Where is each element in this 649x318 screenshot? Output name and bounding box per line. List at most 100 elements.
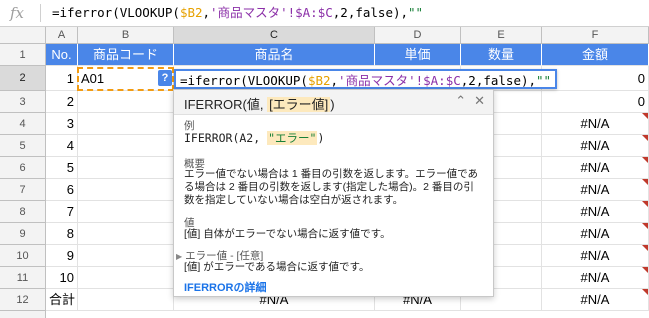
cell-f11[interactable]: #N/A bbox=[542, 267, 649, 289]
column-header-c[interactable]: C bbox=[174, 27, 375, 44]
popup-header: IFERROR(値, [エラー値]) ⌃ ✕ bbox=[174, 90, 493, 115]
cell-a8[interactable]: 7 bbox=[46, 201, 78, 223]
cell-f4[interactable]: #N/A bbox=[542, 113, 649, 135]
cell-f9[interactable]: #N/A bbox=[542, 223, 649, 245]
header-product-code[interactable]: 商品コード bbox=[78, 44, 174, 66]
cell-f5[interactable]: #N/A bbox=[542, 135, 649, 157]
cell-a2[interactable]: 1 bbox=[46, 66, 78, 91]
value-description: [値] 自体がエラーでない場合に返す値です。 bbox=[184, 228, 391, 240]
formula-input[interactable]: =iferror(VLOOKUP($B2,'商品マスタ'!$A:$C,2,fal… bbox=[52, 0, 423, 26]
cell-f6[interactable]: #N/A bbox=[542, 157, 649, 179]
expand-arrow-icon: ▶ bbox=[176, 252, 183, 261]
header-quantity[interactable]: 数量 bbox=[461, 44, 542, 66]
formula-range: '商品マスタ'!$A:$C bbox=[210, 5, 333, 20]
fx-icon: fx bbox=[10, 4, 25, 22]
cell-e10[interactable] bbox=[494, 245, 542, 267]
cell-f12[interactable]: #N/A bbox=[542, 289, 649, 311]
cell-a4[interactable]: 3 bbox=[46, 113, 78, 135]
cell-e4[interactable] bbox=[494, 113, 542, 135]
formula-help-button[interactable]: ? bbox=[158, 70, 172, 86]
row-header-1[interactable]: 1 bbox=[0, 44, 46, 66]
row-header-7[interactable]: 7 bbox=[0, 179, 46, 201]
cell-editor[interactable]: =iferror(VLOOKUP($B2,'商品マスタ'!$A:$C,2,fal… bbox=[174, 69, 558, 89]
cell-e9[interactable] bbox=[494, 223, 542, 245]
error-marker-icon bbox=[642, 113, 648, 119]
cell-a6[interactable]: 5 bbox=[46, 157, 78, 179]
column-header-a[interactable]: A bbox=[46, 27, 78, 44]
error-marker-icon bbox=[642, 245, 648, 251]
editor-rest: ,2,false), bbox=[460, 73, 537, 88]
row-header-13-partial[interactable] bbox=[0, 311, 46, 318]
cell-a7[interactable]: 6 bbox=[46, 179, 78, 201]
cell-b9[interactable] bbox=[78, 223, 174, 245]
cell-b5[interactable] bbox=[78, 135, 174, 157]
cell-b8[interactable] bbox=[78, 201, 174, 223]
row-header-12[interactable]: 12 bbox=[0, 289, 46, 311]
cell-f11-value: #N/A bbox=[580, 270, 610, 285]
cell-e5[interactable] bbox=[494, 135, 542, 157]
row-header-5[interactable]: 5 bbox=[0, 135, 46, 157]
cell-f8[interactable]: #N/A bbox=[542, 201, 649, 223]
row-header-2[interactable]: 2 bbox=[0, 66, 46, 91]
cell-a9[interactable]: 8 bbox=[46, 223, 78, 245]
cell-f12-value: #N/A bbox=[580, 292, 610, 307]
function-signature: IFERROR(値, [エラー値]) bbox=[184, 94, 335, 113]
formula-bar[interactable]: fx =iferror(VLOOKUP($B2,'商品マスタ'!$A:$C,2,… bbox=[0, 0, 649, 27]
row-header-4[interactable]: 4 bbox=[0, 113, 46, 135]
cell-f8-value: #N/A bbox=[580, 204, 610, 219]
example-close: ) bbox=[317, 131, 325, 145]
function-help-popup[interactable]: IFERROR(値, [エラー値]) ⌃ ✕ 例 IFERROR(A2, "エラー… bbox=[173, 89, 494, 297]
formula-ref: $B2 bbox=[179, 5, 203, 20]
cell-a5[interactable]: 4 bbox=[46, 135, 78, 157]
cell-b7[interactable] bbox=[78, 179, 174, 201]
row-header-9[interactable]: 9 bbox=[0, 223, 46, 245]
cell-b4[interactable] bbox=[78, 113, 174, 135]
select-all-corner[interactable] bbox=[0, 27, 46, 44]
cell-b10[interactable] bbox=[78, 245, 174, 267]
signature-active-arg: [エラー値] bbox=[267, 97, 331, 112]
row-header-10[interactable]: 10 bbox=[0, 245, 46, 267]
editor-prefix: =iferror(VLOOKUP( bbox=[180, 73, 308, 88]
cell-f6-value: #N/A bbox=[580, 160, 610, 175]
row-header-6[interactable]: 6 bbox=[0, 157, 46, 179]
cell-b6[interactable] bbox=[78, 157, 174, 179]
cell-e6[interactable] bbox=[494, 157, 542, 179]
cell-a3[interactable]: 2 bbox=[46, 91, 78, 113]
cell-b3[interactable] bbox=[78, 91, 174, 113]
editor-comma: , bbox=[330, 73, 339, 88]
header-product-name[interactable]: 商品名 bbox=[174, 44, 375, 66]
cell-a12-total[interactable]: 合計 bbox=[46, 289, 78, 311]
column-header-d[interactable]: D bbox=[375, 27, 461, 44]
collapse-icon[interactable]: ⌃ bbox=[455, 93, 466, 108]
column-header-e[interactable]: E bbox=[461, 27, 542, 44]
cell-e7[interactable] bbox=[494, 179, 542, 201]
row-header-11[interactable]: 11 bbox=[0, 267, 46, 289]
cell-f2[interactable]: 0 bbox=[542, 66, 649, 91]
cell-f3[interactable]: 0 bbox=[542, 91, 649, 113]
cell-a10[interactable]: 9 bbox=[46, 245, 78, 267]
cell-f10[interactable]: #N/A bbox=[542, 245, 649, 267]
column-header-b[interactable]: B bbox=[78, 27, 174, 44]
cell-f4-value: #N/A bbox=[580, 116, 610, 131]
error-marker-icon bbox=[642, 201, 648, 207]
header-unit-price[interactable]: 単価 bbox=[375, 44, 461, 66]
cell-b11[interactable] bbox=[78, 267, 174, 289]
editor-ref: $B2 bbox=[307, 73, 331, 88]
column-header-f[interactable]: F bbox=[542, 27, 649, 44]
signature-close: ) bbox=[330, 97, 335, 112]
cell-b12[interactable] bbox=[78, 289, 174, 311]
cell-e8[interactable] bbox=[494, 201, 542, 223]
header-amount[interactable]: 金額 bbox=[542, 44, 649, 66]
learn-more-link[interactable]: IFERRORの詳細 bbox=[184, 279, 267, 295]
cell-a11[interactable]: 10 bbox=[46, 267, 78, 289]
signature-fn: IFERROR(値, bbox=[184, 97, 268, 112]
cell-e11[interactable] bbox=[494, 267, 542, 289]
row-header-8[interactable]: 8 bbox=[0, 201, 46, 223]
cell-f7-value: #N/A bbox=[580, 182, 610, 197]
close-icon[interactable]: ✕ bbox=[474, 93, 485, 108]
row-header-3[interactable]: 3 bbox=[0, 91, 46, 113]
editor-range: '商品マスタ'!$A:$C bbox=[338, 73, 461, 88]
header-no[interactable]: No. bbox=[46, 44, 78, 66]
formula-string: "" bbox=[408, 5, 424, 20]
cell-f7[interactable]: #N/A bbox=[542, 179, 649, 201]
